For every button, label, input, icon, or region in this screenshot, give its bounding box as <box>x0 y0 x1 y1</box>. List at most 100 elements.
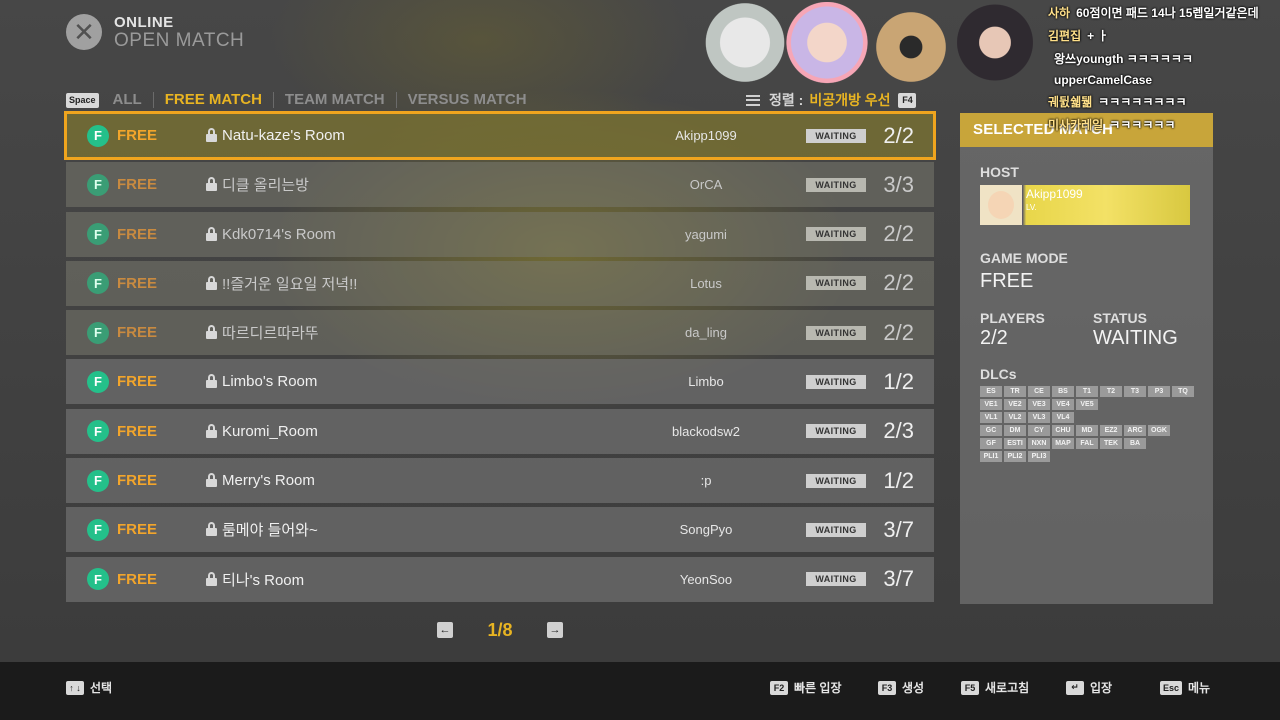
status-badge: WAITING <box>806 177 866 192</box>
dlc-badge: ES <box>980 386 1002 397</box>
player-count: 1/2 <box>883 368 914 394</box>
chat-text: 왕쓰youngth ㅋㅋㅋㅋㅋㅋ <box>1054 52 1193 66</box>
dlc-badge: BS <box>1052 386 1074 397</box>
dlc-badge: NXN <box>1028 438 1050 449</box>
page-indicator: 1/8 <box>487 619 513 640</box>
lock-icon <box>206 473 217 488</box>
dlc-badge: CY <box>1028 425 1050 436</box>
chat-message: upperCamelCase <box>1048 73 1280 87</box>
dlc-badge: T2 <box>1100 386 1122 397</box>
chat-user: 궤뒰쉛뒒 <box>1048 95 1093 109</box>
chat-text: ㅋㅋㅋㅋㅋㅋ <box>1109 118 1176 132</box>
match-row[interactable]: F FREE Kuromi_Room blackodsw2 WAITING 2/3 <box>66 408 934 454</box>
dlc-badge: VE3 <box>1028 399 1050 410</box>
lock-icon <box>206 522 217 537</box>
status-badge: WAITING <box>806 424 866 439</box>
player-count: 2/2 <box>883 319 914 345</box>
prev-page-button[interactable]: ← <box>437 622 453 638</box>
dlc-badge: MAP <box>1052 438 1074 449</box>
dlc-row: PLI1 PLI2 PLI3 <box>980 451 1200 462</box>
selected-match-panel: SELECTED MATCH HOST Akipp1099 LV. GAME M… <box>960 113 1213 604</box>
room-host: SongPyo <box>679 522 733 538</box>
room-host: yagumi <box>685 226 727 242</box>
match-row[interactable]: F FREE 따르디르따라뚜 da_ling WAITING 2/2 <box>66 310 934 356</box>
free-mode-icon: F <box>87 370 109 393</box>
chat-message: 사하 60점이면 패드 14나 15렙일거같은데 <box>1048 4 1280 21</box>
avatar <box>953 2 1037 92</box>
match-mode: FREE <box>117 570 157 588</box>
pagination: ← 1/8 → <box>437 620 563 640</box>
host-card[interactable]: Akipp1099 LV. <box>980 185 1190 225</box>
dlc-badge: VE1 <box>980 399 1002 410</box>
create-button[interactable]: F3 생성 <box>878 679 924 696</box>
tab-versus-match[interactable]: VERSUS MATCH <box>397 92 538 108</box>
room-name: Merry's Room <box>222 472 315 490</box>
next-page-button[interactable]: → <box>547 622 563 638</box>
lock-icon <box>206 325 217 340</box>
free-mode-icon: F <box>87 568 109 591</box>
chat-message: 김편집 + ㅏ <box>1048 27 1280 44</box>
status-badge: WAITING <box>806 572 866 587</box>
dlc-badge: ARC <box>1124 425 1146 436</box>
host-label: HOST <box>980 164 1019 180</box>
host-avatar <box>980 185 1022 225</box>
chat-text: 60점이면 패드 14나 15렙일거같은데 <box>1076 6 1259 20</box>
dlc-row: VL1 VL2 VL3 VL4 <box>980 412 1200 423</box>
stream-chat: 사하 60점이면 패드 14나 15렙일거같은데김편집 + ㅏ 왕쓰youngth … <box>1048 4 1280 139</box>
match-row[interactable]: F FREE !!즐거운 일요일 저녁!! Lotus WAITING 2/2 <box>66 260 934 306</box>
menu-button[interactable]: Esc 메뉴 <box>1160 679 1210 696</box>
lock-icon <box>206 226 217 241</box>
player-count: 3/7 <box>883 516 914 542</box>
lock-icon <box>206 177 217 192</box>
match-mode: FREE <box>117 274 157 292</box>
status-badge: WAITING <box>806 374 866 389</box>
dlc-badge: GF <box>980 438 1002 449</box>
room-name: 룸메야 들어와~ <box>222 522 318 540</box>
match-row[interactable]: F FREE Kdk0714's Room yagumi WAITING 2/2 <box>66 211 934 257</box>
status-badge: WAITING <box>806 325 866 340</box>
dlc-badge: DM <box>1004 425 1026 436</box>
dlc-row: VE1 VE2 VE3 VE4 VE5 <box>980 399 1200 410</box>
dlc-badge: CHU <box>1052 425 1074 436</box>
match-mode: FREE <box>117 472 157 490</box>
player-count: 3/3 <box>883 171 914 197</box>
dlc-badge: PLI1 <box>980 451 1002 462</box>
f4-key-hint: F4 <box>898 92 917 108</box>
lock-icon <box>206 423 217 438</box>
dlc-badge: T1 <box>1076 386 1098 397</box>
players-value: 2/2 <box>980 327 1008 349</box>
room-host: da_ling <box>685 325 727 341</box>
dlc-badge: TEK <box>1100 438 1122 449</box>
match-row[interactable]: F FREE Merry's Room:p WAITING 1/2 <box>66 458 934 504</box>
status-badge: WAITING <box>806 227 866 242</box>
filter-tabs: Space ALL FREE MATCH TEAM MATCH VERSUS M… <box>66 89 538 111</box>
match-row[interactable]: F FREE 룸메야 들어와~ SongPyo WAITING 3/7 <box>66 507 934 553</box>
match-mode: FREE <box>117 176 157 194</box>
match-mode: FREE <box>117 127 157 144</box>
dlc-row: ES TR CE BS T1 T2 T3 P3 TQ <box>980 386 1200 397</box>
room-name: Kdk0714's Room <box>222 225 336 243</box>
room-name: 디클 올리는방 <box>222 177 309 195</box>
tab-all[interactable]: ALL <box>102 92 154 108</box>
join-button[interactable]: ↵ 입장 <box>1066 679 1112 696</box>
dlc-grid: ES TR CE BS T1 T2 T3 P3 TQ VE1 VE2 VE3 VE4 VE5 VL1 VL2 V… <box>980 386 1200 464</box>
room-host: Akipp1099 <box>675 128 737 143</box>
dlc-badge: PLI3 <box>1028 451 1050 462</box>
match-mode: FREE <box>117 373 157 391</box>
dlc-badge: TR <box>1004 386 1026 397</box>
lock-icon <box>206 275 217 290</box>
hint-select: ↑ ↓ 선택 <box>66 679 112 696</box>
tab-team-match[interactable]: TEAM MATCH <box>274 92 397 108</box>
tab-free-match[interactable]: FREE MATCH <box>154 92 274 108</box>
dlc-badge: EZ2 <box>1100 425 1122 436</box>
menu-icon <box>746 94 760 106</box>
match-row[interactable]: F FREE 티나's Room YeonSoo WAITING 3/7 <box>66 556 934 602</box>
dlc-badge: VL2 <box>1004 412 1026 423</box>
match-row[interactable]: F FREE Limbo's Room Limbo WAITING 1/2 <box>66 359 934 405</box>
page-title: ONLINE OPEN MATCH <box>114 14 244 52</box>
quick-join-button[interactable]: F2 빠른 입장 <box>770 679 842 696</box>
room-name: Natu-kaze's Room <box>222 127 345 144</box>
refresh-button[interactable]: F5 새로고침 <box>961 679 1029 696</box>
match-row[interactable]: F FREE 디클 올리는방 OrCA WAITING 3/3 <box>66 162 934 208</box>
match-row[interactable]: F FREE Natu-kaze's Room Akipp1099 WAITING 2/2 <box>64 111 936 160</box>
